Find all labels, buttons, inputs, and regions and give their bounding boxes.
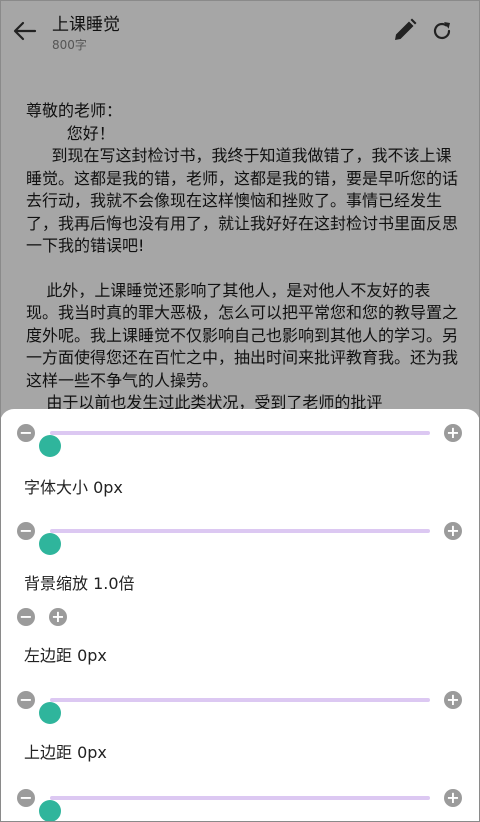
letter-greeting: 您好！ (26, 123, 115, 143)
top-margin-label: 上边距 0px (24, 743, 107, 762)
decrease-icon[interactable]: − (17, 608, 35, 626)
increase-icon[interactable]: + (444, 789, 462, 807)
decrease-icon[interactable]: − (17, 522, 35, 540)
top-app-bar: 上课睡觉 800字 (0, 0, 480, 64)
word-count: 800字 (52, 38, 87, 52)
increase-icon[interactable]: + (49, 608, 67, 626)
refresh-icon[interactable] (430, 19, 454, 43)
letter-paragraph-1: 到现在写这封检讨书，我终于知道我做错了，我不该上课睡觉。这都是我的错，老师，这都… (26, 146, 459, 255)
back-arrow-icon[interactable] (12, 18, 38, 44)
letter-content: 尊敬的老师： 您好！ 到现在写这封检讨书，我终于知道我做错了，我不该上课睡觉。这… (26, 100, 462, 415)
bg-scale-label: 背景缩放 1.0倍 (24, 574, 135, 593)
letter-paragraph-2: 此外，上课睡觉还影响了其他人，是对他人不友好的表现。我当时真的罪大恶极，怎么可以… (26, 280, 459, 390)
page-title: 上课睡觉 (52, 15, 120, 35)
left-margin-label: 左边距 0px (24, 646, 107, 665)
decrease-icon[interactable]: − (17, 424, 35, 442)
increase-icon[interactable]: + (444, 691, 462, 709)
left-margin-slider[interactable] (39, 698, 430, 724)
display-settings-sheet: − + 字体大小 0px − + 背景缩放 1.0倍 − + 左边距 0px −… (0, 409, 480, 822)
increase-icon[interactable]: + (444, 424, 462, 442)
slider-track[interactable] (39, 431, 430, 457)
font-size-label: 字体大小 0px (24, 478, 123, 497)
slider-thumb[interactable] (39, 435, 61, 457)
font-size-slider-row: − + (0, 516, 480, 555)
pencil-icon[interactable] (392, 17, 418, 43)
decrease-icon[interactable]: − (17, 691, 35, 709)
slider-thumb[interactable] (39, 702, 61, 724)
slider-thumb[interactable] (39, 533, 61, 555)
slider-row-top: − + (0, 418, 480, 457)
decrease-icon[interactable]: − (17, 789, 35, 807)
increase-icon[interactable]: + (444, 522, 462, 540)
top-margin-slider[interactable] (39, 796, 430, 822)
top-margin-slider-row: − + (0, 783, 480, 822)
font-size-slider[interactable] (39, 529, 430, 555)
bg-scale-controls: − + (0, 602, 480, 632)
letter-salutation: 尊敬的老师： (26, 101, 123, 120)
left-margin-slider-row: − + (0, 685, 480, 724)
slider-thumb[interactable] (39, 800, 61, 822)
